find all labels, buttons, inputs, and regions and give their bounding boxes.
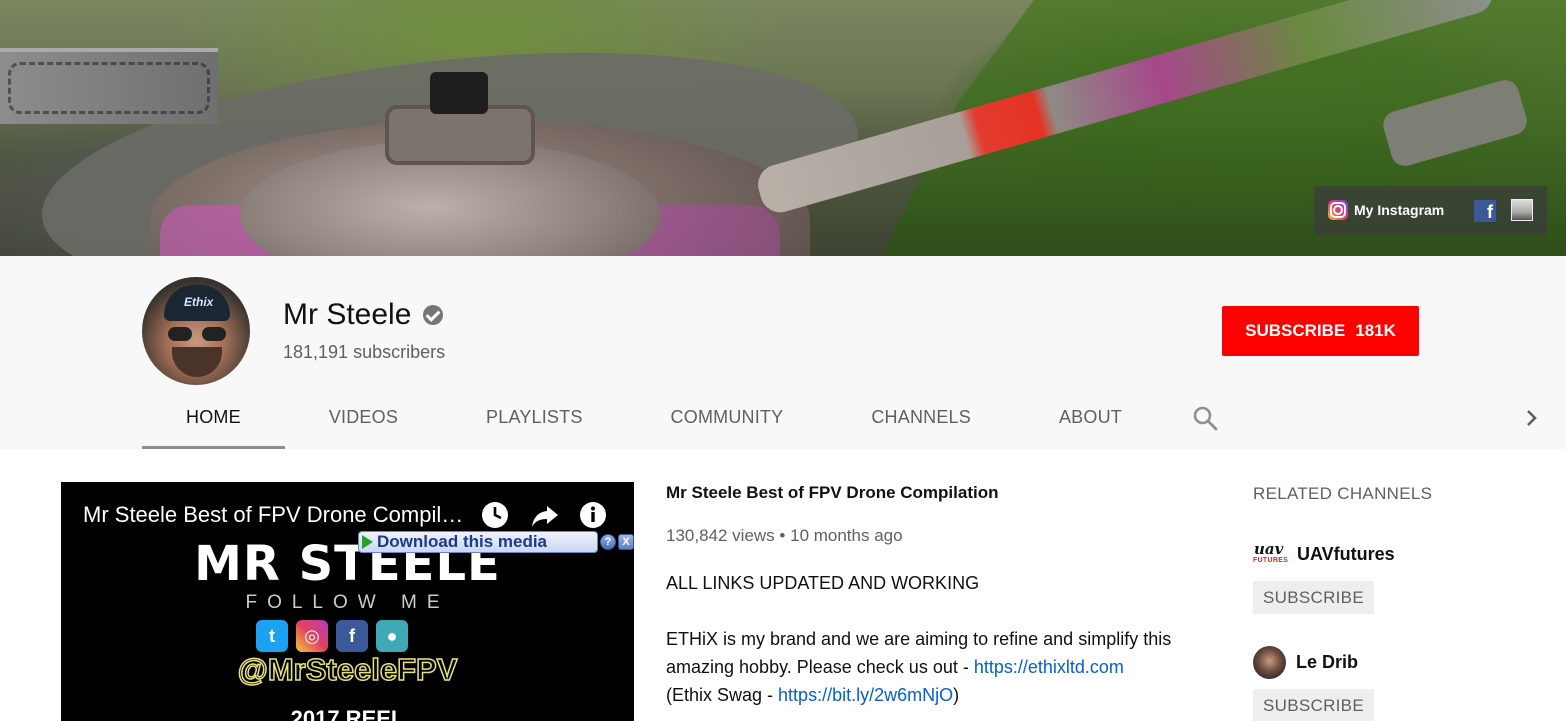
le-drib-avatar <box>1253 646 1286 679</box>
twitter-icon: t <box>256 620 288 652</box>
upload-age: 10 months ago <box>790 526 903 545</box>
facebook-icon[interactable]: f <box>1474 200 1496 222</box>
subscribe-label: SUBSCRIBE <box>1245 321 1346 340</box>
banner-graffiti-wall <box>0 48 218 124</box>
avatar-beard <box>172 347 222 377</box>
channel-banner: My Instagram f <box>0 0 1566 256</box>
tab-channels[interactable]: CHANNELS <box>827 386 1015 449</box>
search-icon[interactable] <box>1192 405 1218 431</box>
banner-radio-controller <box>430 72 488 114</box>
related-channel-name: Le Drib <box>1296 652 1359 672</box>
video-reel-text: 2017 REEL <box>290 706 405 721</box>
instagram-icon: ◎ <box>296 620 328 652</box>
help-icon[interactable]: ? <box>600 534 616 550</box>
download-media-bar: Download this media ? X <box>358 531 634 553</box>
video-handle: @MrSteeleFPV <box>237 651 458 688</box>
tab-home[interactable]: HOME <box>142 386 285 449</box>
description-line: ETHiX is my brand and we are aiming to r… <box>666 629 1172 649</box>
periscope-icon: ● <box>376 620 408 652</box>
uavfutures-logo-icon: uav FUTURES <box>1253 540 1289 568</box>
channel-avatar[interactable]: Ethix <box>142 277 250 385</box>
tab-playlists[interactable]: PLAYLISTS <box>442 386 627 449</box>
related-channels-heading: RELATED CHANNELS <box>1253 484 1433 503</box>
avatar-cap: Ethix <box>164 285 230 321</box>
website-link-icon[interactable] <box>1511 199 1533 221</box>
featured-video-meta: 130,842 views • 10 months ago <box>666 526 903 546</box>
channel-header: Ethix Mr Steele 181,191 subscribers SUBS… <box>0 256 1566 449</box>
subscribe-count: 181K <box>1355 321 1396 340</box>
description-text: (Ethix Swag - <box>666 685 779 705</box>
subscriber-count: 181,191 subscribers <box>283 342 446 362</box>
avatar-cap-text: Ethix <box>184 295 214 309</box>
related-channel-le-drib[interactable]: Le Drib <box>1253 646 1358 679</box>
subscribe-button[interactable]: SUBSCRIBE 181K <box>1222 306 1419 356</box>
channel-tabs: HOME VIDEOS PLAYLISTS COMMUNITY CHANNELS… <box>142 386 1166 449</box>
tab-videos[interactable]: VIDEOS <box>285 386 442 449</box>
video-follow-text: FOLLOW ME <box>245 592 450 613</box>
meta-separator: • <box>779 526 791 545</box>
subscribe-le-drib-button[interactable]: SUBSCRIBE <box>1253 689 1374 721</box>
share-icon[interactable] <box>530 500 560 530</box>
description-line: ALL LINKS UPDATED AND WORKING <box>666 573 980 593</box>
uav-logo-subtext: FUTURES <box>1253 557 1289 564</box>
description-text: ) <box>953 685 960 705</box>
banner-links: My Instagram f <box>1314 186 1547 235</box>
tab-about[interactable]: ABOUT <box>1015 386 1166 449</box>
related-channel-name: UAVfutures <box>1297 543 1395 564</box>
description-line: (Ethix Swag - https://bit.ly/2w6mNjO) <box>666 685 959 706</box>
player-title[interactable]: Mr Steele Best of FPV Drone Compilation <box>83 502 473 528</box>
view-count: 130,842 views <box>666 526 775 545</box>
channel-name: Mr Steele <box>283 298 412 331</box>
instagram-label: My Instagram <box>1354 202 1445 218</box>
download-media-label: Download this media <box>377 532 548 551</box>
subscribe-uavfutures-button[interactable]: SUBSCRIBE <box>1253 581 1374 614</box>
download-media-button[interactable]: Download this media <box>358 531 598 553</box>
featured-video-title[interactable]: Mr Steele Best of FPV Drone Compilation <box>666 483 999 503</box>
uav-logo-text: uav <box>1254 540 1284 558</box>
tab-community[interactable]: COMMUNITY <box>627 386 828 449</box>
info-icon[interactable] <box>578 500 608 530</box>
verified-icon <box>423 305 444 325</box>
banner-tank-hatch <box>385 105 535 165</box>
ethix-link[interactable]: https://ethixltd.com <box>974 657 1124 677</box>
channel-title: Mr Steele <box>283 298 444 332</box>
video-social-icons: t ◎ f ● <box>256 620 408 652</box>
close-icon[interactable]: X <box>618 534 634 550</box>
swag-link[interactable]: https://bit.ly/2w6mNjO <box>778 685 953 705</box>
play-icon <box>362 535 373 549</box>
instagram-link[interactable]: My Instagram <box>1328 200 1444 220</box>
related-channel-uavfutures[interactable]: uav FUTURES UAVfutures <box>1253 540 1395 568</box>
clock-icon[interactable] <box>480 500 510 530</box>
featured-video-player[interactable]: Mr Steele Best of FPV Drone Compilation … <box>61 482 634 721</box>
avatar-glasses <box>168 327 226 341</box>
instagram-icon <box>1328 200 1348 220</box>
description-line: amazing hobby. Please check us out - htt… <box>666 657 1124 678</box>
chevron-right-icon[interactable] <box>1520 406 1544 430</box>
facebook-icon: f <box>336 620 368 652</box>
description-text: amazing hobby. Please check us out - <box>666 657 974 677</box>
